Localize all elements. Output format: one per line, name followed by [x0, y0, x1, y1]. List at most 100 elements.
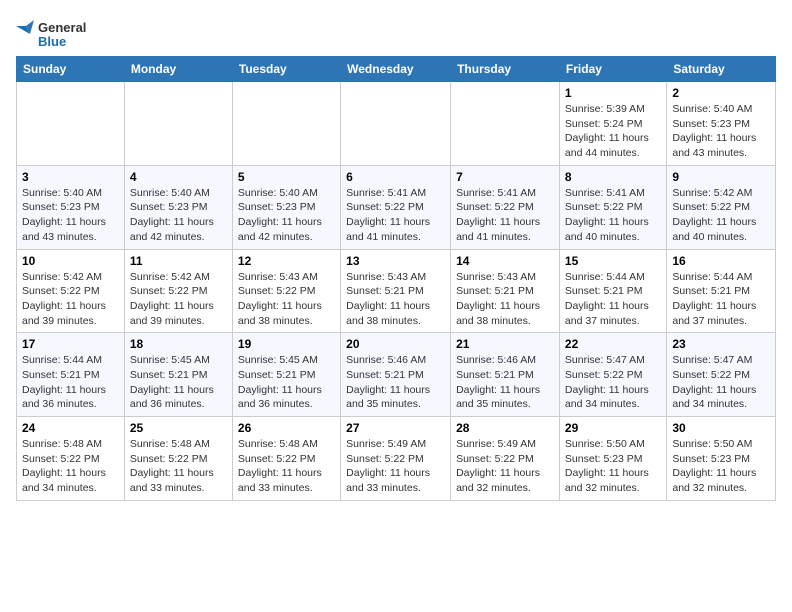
calendar-cell: 9Sunrise: 5:42 AM Sunset: 5:22 PM Daylig… — [667, 165, 776, 249]
day-info: Sunrise: 5:47 AM Sunset: 5:22 PM Dayligh… — [672, 353, 770, 412]
day-info: Sunrise: 5:48 AM Sunset: 5:22 PM Dayligh… — [130, 437, 227, 496]
calendar-cell: 6 Sunrise: 5:41 AM Sunset: 5:22 PM Daylig… — [341, 165, 451, 249]
calendar-cell: 1 Sunrise: 5:39 AM Sunset: 5:24 PM Daylig… — [559, 82, 666, 166]
calendar-cell: 5Sunrise: 5:40 AM Sunset: 5:23 PM Daylig… — [232, 165, 340, 249]
day-number: 9 — [672, 170, 770, 184]
calendar-cell: 28Sunrise: 5:49 AM Sunset: 5:22 PM Dayli… — [451, 417, 560, 501]
day-number: 6 — [346, 170, 445, 184]
day-number: 17 — [22, 337, 119, 351]
calendar-cell: 16 Sunrise: 5:44 AM Sunset: 5:21 PM Dayli… — [667, 249, 776, 333]
day-info: Sunrise: 5:41 AM Sunset: 5:22 PM Dayligh… — [456, 186, 554, 245]
weekday-header-row: SundayMondayTuesdayWednesdayThursdayFrid… — [17, 57, 776, 82]
page-header: GeneralBlue — [16, 16, 776, 52]
day-info: Sunrise: 5:47 AM Sunset: 5:22 PM Dayligh… — [565, 353, 661, 412]
calendar-week-1: 3 Sunrise: 5:40 AM Sunset: 5:23 PM Daylig… — [17, 165, 776, 249]
day-number: 7 — [456, 170, 554, 184]
calendar-cell: 30 Sunrise: 5:50 AM Sunset: 5:23 PM Dayli… — [667, 417, 776, 501]
day-number: 30 — [672, 421, 770, 435]
day-info: Sunrise: 5:44 AM Sunset: 5:21 PM Dayligh… — [672, 270, 770, 329]
weekday-header-tuesday: Tuesday — [232, 57, 340, 82]
day-info: Sunrise: 5:48 AM Sunset: 5:22 PM Dayligh… — [22, 437, 119, 496]
day-number: 22 — [565, 337, 661, 351]
calendar-cell — [232, 82, 340, 166]
logo: GeneralBlue — [16, 16, 96, 52]
day-info: Sunrise: 5:40 AM Sunset: 5:23 PM Dayligh… — [22, 186, 119, 245]
calendar-cell: 2 Sunrise: 5:40 AM Sunset: 5:23 PM Daylig… — [667, 82, 776, 166]
day-number: 23 — [672, 337, 770, 351]
calendar-week-2: 10 Sunrise: 5:42 AM Sunset: 5:22 PM Dayli… — [17, 249, 776, 333]
day-number: 24 — [22, 421, 119, 435]
calendar-week-4: 24 Sunrise: 5:48 AM Sunset: 5:22 PM Dayli… — [17, 417, 776, 501]
calendar-cell: 4Sunrise: 5:40 AM Sunset: 5:23 PM Daylig… — [124, 165, 232, 249]
day-info: Sunrise: 5:50 AM Sunset: 5:23 PM Dayligh… — [565, 437, 661, 496]
weekday-header-saturday: Saturday — [667, 57, 776, 82]
day-number: 20 — [346, 337, 445, 351]
day-number: 11 — [130, 254, 227, 268]
day-info: Sunrise: 5:45 AM Sunset: 5:21 PM Dayligh… — [130, 353, 227, 412]
day-number: 2 — [672, 86, 770, 100]
day-number: 12 — [238, 254, 335, 268]
calendar-cell: 22 Sunrise: 5:47 AM Sunset: 5:22 PM Dayli… — [559, 333, 666, 417]
day-info: Sunrise: 5:41 AM Sunset: 5:22 PM Dayligh… — [346, 186, 445, 245]
calendar-cell: 10Sunrise: 5:42 AM Sunset: 5:22 PM Dayli… — [17, 249, 125, 333]
day-number: 14 — [456, 254, 554, 268]
calendar-cell: 11 Sunrise: 5:42 AM Sunset: 5:22 PM Dayli… — [124, 249, 232, 333]
calendar-cell: 25 Sunrise: 5:48 AM Sunset: 5:22 PM Dayli… — [124, 417, 232, 501]
calendar-cell — [124, 82, 232, 166]
calendar-cell: 24 Sunrise: 5:48 AM Sunset: 5:22 PM Dayli… — [17, 417, 125, 501]
calendar-cell: 26 Sunrise: 5:48 AM Sunset: 5:22 PM Dayli… — [232, 417, 340, 501]
day-info: Sunrise: 5:50 AM Sunset: 5:23 PM Dayligh… — [672, 437, 770, 496]
day-number: 29 — [565, 421, 661, 435]
calendar-cell: 12 Sunrise: 5:43 AM Sunset: 5:22 PM Dayli… — [232, 249, 340, 333]
calendar-cell — [17, 82, 125, 166]
calendar-cell — [451, 82, 560, 166]
day-info: Sunrise: 5:49 AM Sunset: 5:22 PM Dayligh… — [346, 437, 445, 496]
day-number: 13 — [346, 254, 445, 268]
day-number: 8 — [565, 170, 661, 184]
day-info: Sunrise: 5:46 AM Sunset: 5:21 PM Dayligh… — [456, 353, 554, 412]
day-number: 10 — [22, 254, 119, 268]
day-info: Sunrise: 5:41 AM Sunset: 5:22 PM Dayligh… — [565, 186, 661, 245]
day-info: Sunrise: 5:44 AM Sunset: 5:21 PM Dayligh… — [565, 270, 661, 329]
calendar-cell — [341, 82, 451, 166]
day-info: Sunrise: 5:43 AM Sunset: 5:21 PM Dayligh… — [456, 270, 554, 329]
day-number: 25 — [130, 421, 227, 435]
day-number: 16 — [672, 254, 770, 268]
calendar-cell: 20Sunrise: 5:46 AM Sunset: 5:21 PM Dayli… — [341, 333, 451, 417]
calendar-cell: 13 Sunrise: 5:43 AM Sunset: 5:21 PM Dayli… — [341, 249, 451, 333]
calendar-cell: 8 Sunrise: 5:41 AM Sunset: 5:22 PM Daylig… — [559, 165, 666, 249]
day-info: Sunrise: 5:40 AM Sunset: 5:23 PM Dayligh… — [130, 186, 227, 245]
svg-text:Blue: Blue — [38, 34, 66, 49]
logo-icon: GeneralBlue — [16, 16, 96, 52]
day-number: 19 — [238, 337, 335, 351]
day-info: Sunrise: 5:40 AM Sunset: 5:23 PM Dayligh… — [238, 186, 335, 245]
day-number: 1 — [565, 86, 661, 100]
day-number: 21 — [456, 337, 554, 351]
weekday-header-wednesday: Wednesday — [341, 57, 451, 82]
day-number: 18 — [130, 337, 227, 351]
calendar-cell: 21 Sunrise: 5:46 AM Sunset: 5:21 PM Dayli… — [451, 333, 560, 417]
day-info: Sunrise: 5:43 AM Sunset: 5:22 PM Dayligh… — [238, 270, 335, 329]
calendar-week-3: 17 Sunrise: 5:44 AM Sunset: 5:21 PM Dayli… — [17, 333, 776, 417]
calendar-cell: 17 Sunrise: 5:44 AM Sunset: 5:21 PM Dayli… — [17, 333, 125, 417]
calendar-cell: 7 Sunrise: 5:41 AM Sunset: 5:22 PM Daylig… — [451, 165, 560, 249]
calendar-cell: 18 Sunrise: 5:45 AM Sunset: 5:21 PM Dayli… — [124, 333, 232, 417]
day-info: Sunrise: 5:48 AM Sunset: 5:22 PM Dayligh… — [238, 437, 335, 496]
day-number: 27 — [346, 421, 445, 435]
calendar-cell: 14 Sunrise: 5:43 AM Sunset: 5:21 PM Dayli… — [451, 249, 560, 333]
calendar-cell: 3 Sunrise: 5:40 AM Sunset: 5:23 PM Daylig… — [17, 165, 125, 249]
day-number: 26 — [238, 421, 335, 435]
day-number: 3 — [22, 170, 119, 184]
day-info: Sunrise: 5:45 AM Sunset: 5:21 PM Dayligh… — [238, 353, 335, 412]
day-number: 15 — [565, 254, 661, 268]
calendar-week-0: 1 Sunrise: 5:39 AM Sunset: 5:24 PM Daylig… — [17, 82, 776, 166]
calendar-cell: 27 Sunrise: 5:49 AM Sunset: 5:22 PM Dayli… — [341, 417, 451, 501]
day-info: Sunrise: 5:44 AM Sunset: 5:21 PM Dayligh… — [22, 353, 119, 412]
day-info: Sunrise: 5:43 AM Sunset: 5:21 PM Dayligh… — [346, 270, 445, 329]
day-info: Sunrise: 5:42 AM Sunset: 5:22 PM Dayligh… — [130, 270, 227, 329]
weekday-header-monday: Monday — [124, 57, 232, 82]
day-info: Sunrise: 5:40 AM Sunset: 5:23 PM Dayligh… — [672, 102, 770, 161]
day-info: Sunrise: 5:39 AM Sunset: 5:24 PM Dayligh… — [565, 102, 661, 161]
weekday-header-sunday: Sunday — [17, 57, 125, 82]
svg-text:General: General — [38, 20, 86, 35]
